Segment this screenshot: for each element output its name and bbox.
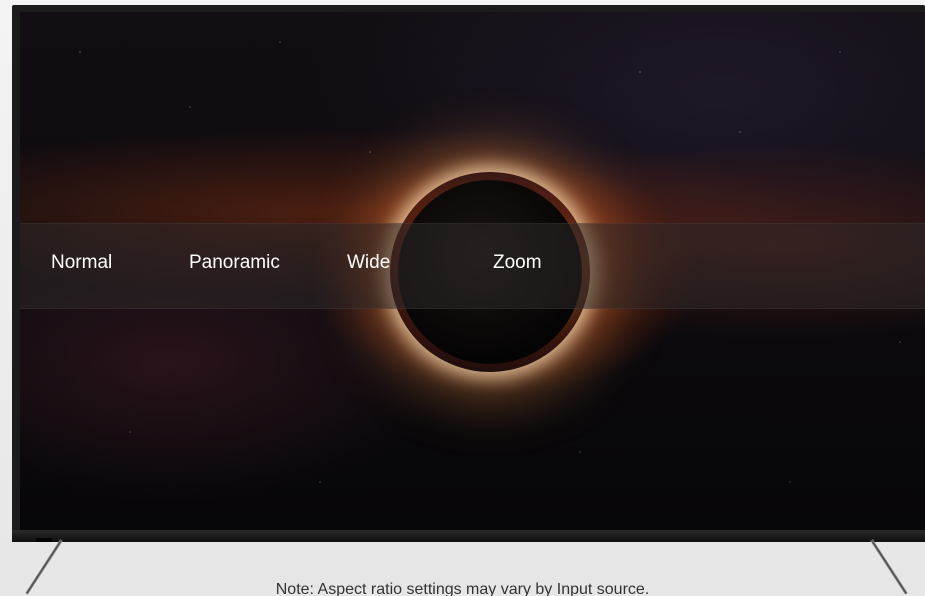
- aspect-ratio-note: Note: Aspect ratio settings may vary by …: [275, 581, 650, 596]
- aspect-ratio-menu: Normal Panoramic Wide Zoom: [20, 223, 925, 309]
- tv-bottom-bezel: [12, 530, 925, 542]
- menu-item-zoom[interactable]: Zoom: [493, 251, 542, 275]
- menu-item-wide[interactable]: Wide: [347, 251, 390, 275]
- product-illustration: Normal Panoramic Wide Zoom Note: Aspect …: [0, 0, 925, 596]
- menu-item-normal[interactable]: Normal: [51, 251, 112, 275]
- power-indicator: [36, 538, 52, 542]
- menu-item-panoramic[interactable]: Panoramic: [189, 251, 280, 275]
